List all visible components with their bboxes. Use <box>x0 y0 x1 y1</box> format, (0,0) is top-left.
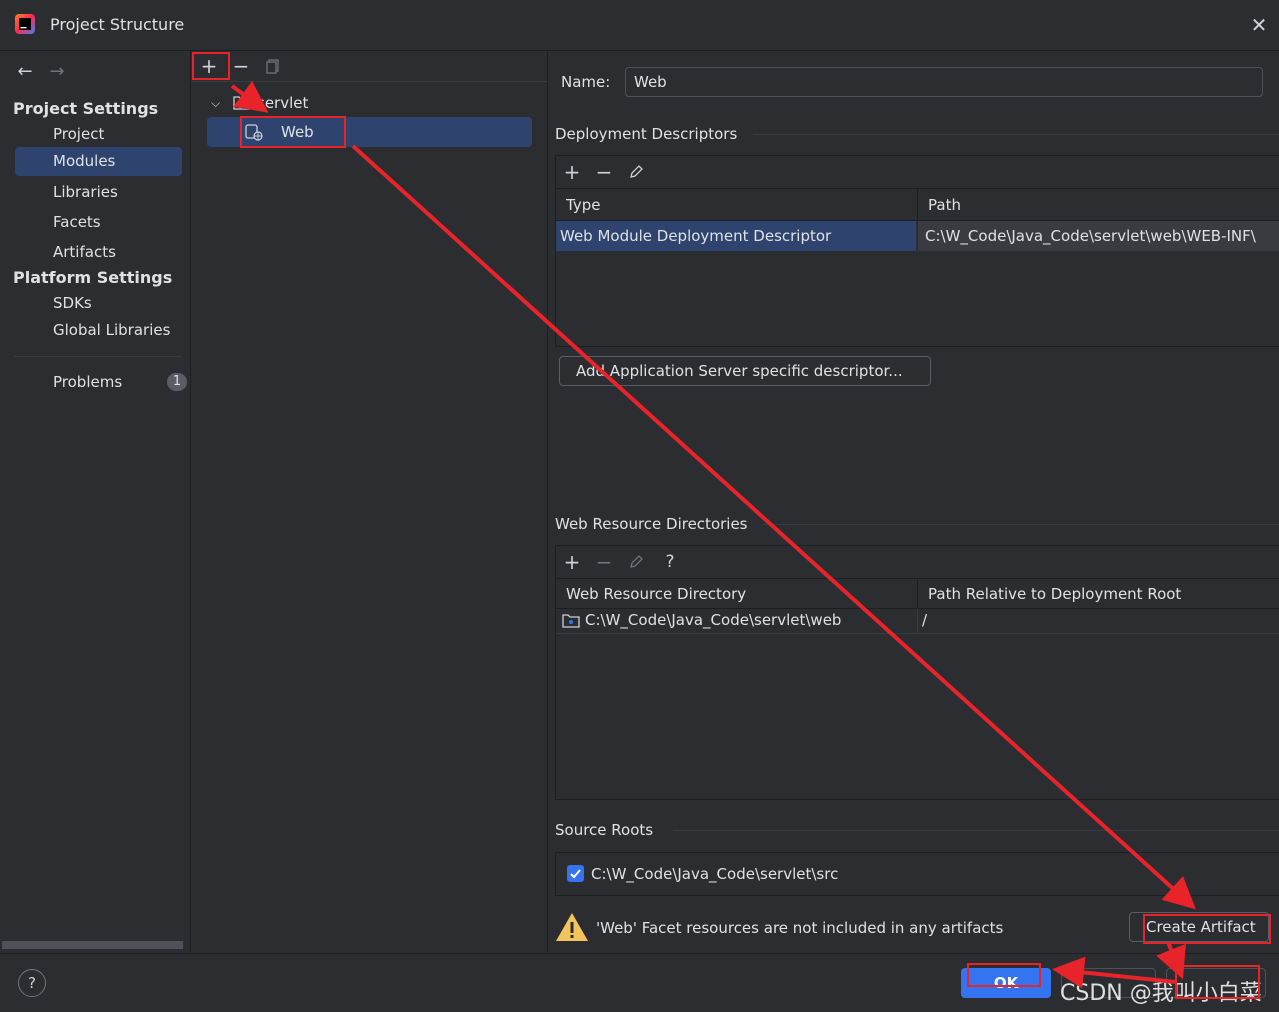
name-field[interactable]: Web <box>625 67 1263 97</box>
problems-count-badge: 1 <box>167 373 187 391</box>
settings-sidebar: ← → Project Settings Project Modules Lib… <box>0 51 191 952</box>
column-header-path[interactable]: Path <box>928 196 961 214</box>
chevron-down-icon[interactable]: ⌵ <box>211 96 220 111</box>
add-server-descriptor-button[interactable]: Add Application Server specific descript… <box>559 356 931 386</box>
sidebar-item-libraries[interactable]: Libraries <box>53 183 118 201</box>
column-header-type[interactable]: Type <box>566 196 600 214</box>
descriptor-path: C:\W_Code\Java_Code\servlet\web\WEB-INF\ <box>925 227 1256 245</box>
warning-message: 'Web' Facet resources are not included i… <box>596 919 1004 937</box>
module-folder-icon <box>233 95 250 110</box>
sidebar-item-problems[interactable]: Problems <box>53 373 122 391</box>
warning-icon <box>555 911 589 943</box>
tree-node-servlet[interactable]: ⌵ servlet <box>209 92 529 116</box>
platform-settings-heading: Platform Settings <box>13 268 173 287</box>
dialog-footer: ? OK CSDN @我叫小白菜 <box>0 953 1279 1012</box>
remove-icon[interactable]: − <box>592 550 616 574</box>
sidebar-item-label: Modules <box>53 152 116 170</box>
intellij-logo-icon <box>14 13 36 35</box>
column-header-path-relative[interactable]: Path Relative to Deployment Root <box>928 585 1181 603</box>
descriptor-type: Web Module Deployment Descriptor <box>560 227 832 245</box>
table-header: Type Path <box>556 189 1279 221</box>
add-icon[interactable]: + <box>560 160 584 184</box>
section-divider <box>763 524 1279 525</box>
web-resource-relative-path: / <box>922 611 928 629</box>
source-roots-heading: Source Roots <box>555 821 654 839</box>
table-cell-type: Web Module Deployment Descriptor <box>556 221 916 251</box>
annotation-box-apply <box>1175 965 1260 999</box>
annotation-box-add <box>192 52 230 80</box>
sidebar-item-sdks[interactable]: SDKs <box>53 294 92 312</box>
sidebar-divider <box>14 356 182 357</box>
source-roots-list: C:\W_Code\Java_Code\servlet\src <box>555 852 1279 896</box>
edit-pencil-icon[interactable] <box>624 160 648 184</box>
column-divider <box>917 609 918 633</box>
window-title: Project Structure <box>50 15 185 34</box>
tree-toolbar-divider <box>191 81 547 82</box>
sidebar-item-facets[interactable]: Facets <box>53 213 101 231</box>
annotation-box-web <box>240 116 346 148</box>
column-header-web-resource-directory[interactable]: Web Resource Directory <box>566 585 746 603</box>
sidebar-item-artifacts[interactable]: Artifacts <box>53 243 116 261</box>
folder-icon <box>562 613 580 628</box>
source-root-checkbox[interactable] <box>567 865 584 882</box>
sidebar-item-global-libraries[interactable]: Global Libraries <box>53 321 170 339</box>
edit-pencil-icon[interactable] <box>624 550 648 574</box>
web-resource-dirs-table: + − ? Web Resource Directory Path Relati… <box>555 545 1279 800</box>
web-resource-dir-path: C:\W_Code\Java_Code\servlet\web <box>585 611 842 629</box>
remove-icon[interactable]: − <box>592 160 616 184</box>
add-icon[interactable]: + <box>560 550 584 574</box>
module-tree-panel: + − ⌵ servlet Web <box>191 51 548 952</box>
button-label: Add Application Server specific descript… <box>576 362 903 380</box>
annotation-box-ok <box>967 963 1041 987</box>
help-question-icon[interactable]: ? <box>658 550 682 574</box>
deployment-descriptors-table: + − Type Path Web Module Deployment Desc… <box>555 155 1279 347</box>
project-settings-heading: Project Settings <box>13 99 159 118</box>
name-label: Name: <box>561 73 611 91</box>
deployment-descriptors-heading: Deployment Descriptors <box>555 125 738 143</box>
title-bar: Project Structure ✕ <box>0 0 1279 51</box>
column-divider <box>917 579 918 608</box>
section-divider <box>673 830 1279 831</box>
annotation-box-create-artifact <box>1143 914 1271 944</box>
column-divider <box>917 189 918 220</box>
copy-icon[interactable] <box>260 54 286 78</box>
back-arrow-icon[interactable]: ← <box>12 59 38 83</box>
table-cell-path: C:\W_Code\Java_Code\servlet\web\WEB-INF\ <box>918 221 1279 251</box>
forward-arrow-icon[interactable]: → <box>44 59 70 83</box>
facet-editor-panel: Name: Web Deployment Descriptors + − Typ… <box>548 51 1279 952</box>
table-row[interactable]: C:\W_Code\Java_Code\servlet\web / <box>556 609 1279 634</box>
table-header: Web Resource Directory Path Relative to … <box>556 579 1279 609</box>
name-field-value: Web <box>634 73 667 91</box>
sidebar-item-project[interactable]: Project <box>53 125 104 143</box>
tree-node-label: servlet <box>257 94 309 112</box>
sidebar-scrollbar[interactable] <box>2 941 183 949</box>
sidebar-item-modules[interactable]: Modules <box>15 147 182 176</box>
section-divider <box>753 134 1279 135</box>
help-label: ? <box>28 974 36 992</box>
source-root-path: C:\W_Code\Java_Code\servlet\src <box>591 865 839 883</box>
table-row[interactable]: Web Module Deployment Descriptor C:\W_Co… <box>556 221 1279 251</box>
web-resource-dirs-heading: Web Resource Directories <box>555 515 748 533</box>
help-button[interactable]: ? <box>18 969 46 997</box>
close-icon[interactable]: ✕ <box>1246 12 1272 38</box>
remove-icon[interactable]: − <box>228 54 254 78</box>
